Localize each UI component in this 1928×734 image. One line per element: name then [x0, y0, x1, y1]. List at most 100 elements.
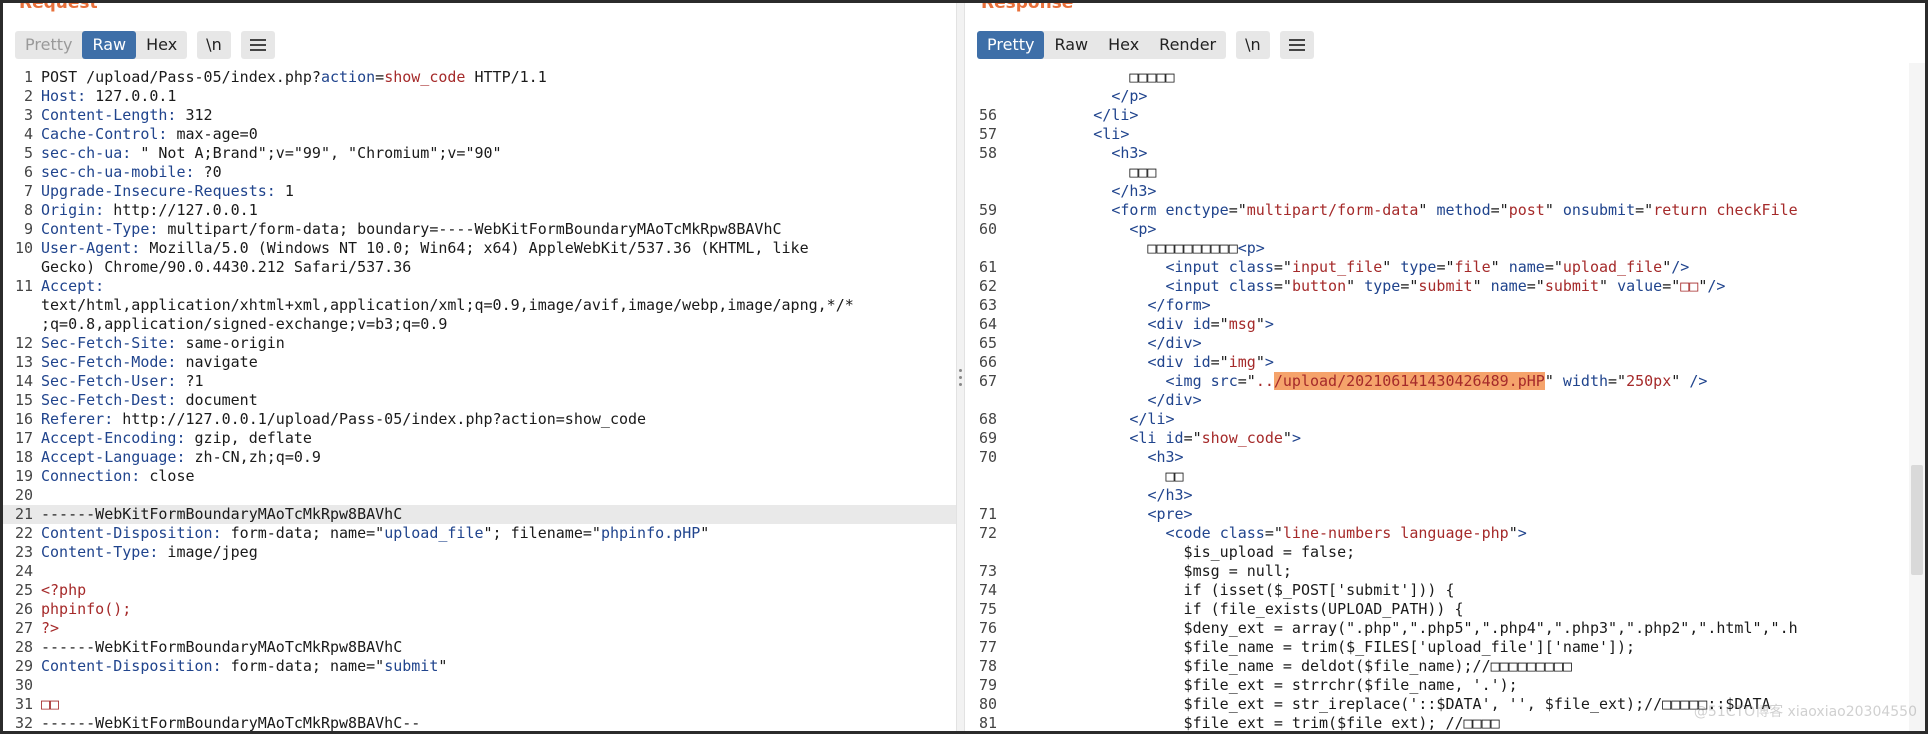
- code-line: 76 $deny_ext = array(".php",".php5",".ph…: [965, 619, 1925, 638]
- request-tab-raw[interactable]: Raw: [82, 31, 137, 59]
- line-number: 5: [23, 144, 33, 162]
- pane-divider[interactable]: [956, 3, 965, 731]
- code-text: <h3>: [1111, 144, 1148, 162]
- code-text: $file_name = deldot($file_name);//□□□□□□…: [1021, 657, 1572, 675]
- code-text: Accept-Language: zh-CN,zh;q=0.9: [41, 448, 321, 466]
- line-number: 27: [14, 619, 33, 637]
- code-line: 3 Content-Length: 312: [3, 106, 956, 125]
- line-number: 74: [978, 581, 997, 599]
- code-text: if (file_exists(UPLOAD_PATH)) {: [1021, 600, 1464, 618]
- code-text: POST /upload/Pass-05/index.php?action=sh…: [41, 68, 547, 86]
- code-text: </li>: [1129, 410, 1175, 428]
- code-text: <input class="input_file" type="file" na…: [1165, 258, 1690, 276]
- line-number: 76: [978, 619, 997, 637]
- response-tab-hex[interactable]: Hex: [1098, 31, 1149, 59]
- code-text: ?>: [41, 619, 60, 637]
- code-text: phpinfo();: [41, 600, 132, 618]
- code-line: 27 ?>: [3, 619, 956, 638]
- code-text: <form enctype="multipart/form-data" meth…: [1111, 201, 1798, 219]
- line-number: 29: [14, 657, 33, 675]
- line-number: 4: [23, 125, 33, 143]
- code-text: <p>: [1129, 220, 1157, 238]
- line-number: 60: [978, 220, 997, 238]
- line-number: 81: [978, 714, 997, 731]
- code-line: 31 □□: [3, 695, 956, 714]
- code-text: ------WebKitFormBoundaryMAoTcMkRpw8BAVhC: [41, 505, 403, 523]
- line-number: 18: [14, 448, 33, 466]
- code-line: 25 <?php: [3, 581, 956, 600]
- code-line: 8 Origin: http://127.0.0.1: [3, 201, 956, 220]
- code-line: 26 phpinfo();: [3, 600, 956, 619]
- code-text: <code class="line-numbers language-php">: [1165, 524, 1527, 542]
- code-line: 4 Cache-Control: max-age=0: [3, 125, 956, 144]
- line-number: [965, 239, 1021, 258]
- code-line: 12 Sec-Fetch-Site: same-origin: [3, 334, 956, 353]
- code-line: 30: [3, 676, 956, 695]
- code-line: 63 </form>: [965, 296, 1925, 315]
- code-text: sec-ch-ua: " Not A;Brand";v="99", "Chrom…: [41, 144, 502, 162]
- code-text: <li id="show_code">: [1129, 429, 1301, 447]
- request-editor[interactable]: 1 POST /upload/Pass-05/index.php?action=s…: [3, 68, 956, 731]
- line-number: 12: [14, 334, 33, 352]
- line-number: 80: [978, 695, 997, 713]
- line-number: 70: [978, 448, 997, 466]
- code-line: 5 sec-ch-ua: " Not A;Brand";v="99", "Chro…: [3, 144, 956, 163]
- response-newline-toggle[interactable]: \n: [1236, 31, 1270, 59]
- code-text: $deny_ext = array(".php",".php5",".php4"…: [1021, 619, 1798, 637]
- response-tab-raw[interactable]: Raw: [1044, 31, 1098, 59]
- code-line: 65 </div>: [965, 334, 1925, 353]
- code-line: 14 Sec-Fetch-User: ?1: [3, 372, 956, 391]
- code-line: ;q=0.8,application/signed-exchange;v=b3;…: [3, 315, 956, 334]
- line-number: [3, 296, 41, 315]
- line-number: [3, 315, 41, 334]
- request-menu-button[interactable]: [240, 31, 275, 59]
- line-number: 7: [23, 182, 33, 200]
- line-number: 13: [14, 353, 33, 371]
- code-line: </p>: [965, 87, 1925, 106]
- code-line: 69 <li id="show_code">: [965, 429, 1925, 448]
- code-line: </h3>: [965, 486, 1925, 505]
- code-line: 72 <code class="line-numbers language-ph…: [965, 524, 1925, 543]
- line-number: 28: [14, 638, 33, 656]
- code-text: Content-Disposition: form-data; name="su…: [41, 657, 448, 675]
- line-number: 31: [14, 695, 33, 713]
- code-text: </p>: [1111, 87, 1148, 105]
- line-number: 16: [14, 410, 33, 428]
- code-text: Host: 127.0.0.1: [41, 87, 177, 105]
- response-pane: Response Pretty Raw Hex Render \n □□□□□ …: [965, 3, 1925, 731]
- response-tab-pretty[interactable]: Pretty: [977, 31, 1045, 59]
- line-number: 2: [23, 87, 33, 105]
- code-line: 78 $file_name = deldot($file_name);//□□□…: [965, 657, 1925, 676]
- response-scrollbar-track[interactable]: [1909, 63, 1925, 731]
- line-number: 25: [14, 581, 33, 599]
- code-line: □□□: [965, 163, 1925, 182]
- code-text: □□□: [1021, 163, 1157, 181]
- response-scrollbar-thumb[interactable]: [1911, 465, 1923, 575]
- response-tab-render[interactable]: Render: [1149, 31, 1226, 59]
- line-number: 63: [978, 296, 997, 314]
- code-text: <input class="button" type="submit" name…: [1165, 277, 1726, 295]
- request-tab-pretty[interactable]: Pretty: [15, 31, 82, 59]
- code-line: 23 Content-Type: image/jpeg: [3, 543, 956, 562]
- code-text: Content-Type: multipart/form-data; bound…: [41, 220, 782, 238]
- code-text: <div id="msg">: [1147, 315, 1274, 333]
- code-text: □□: [41, 695, 60, 713]
- code-line: 9 Content-Type: multipart/form-data; boun…: [3, 220, 956, 239]
- code-text: Gecko) Chrome/90.0.4430.212 Safari/537.3…: [41, 258, 412, 276]
- line-number: 22: [14, 524, 33, 542]
- response-editor[interactable]: □□□□□ </p> 56 </li> 57 <li> 58 <h3> □□□ </h…: [965, 68, 1925, 731]
- request-newline-toggle[interactable]: \n: [197, 31, 231, 59]
- drag-handle-icon[interactable]: [959, 369, 963, 389]
- line-number: 30: [14, 676, 33, 694]
- response-menu-button[interactable]: [1279, 31, 1314, 59]
- code-line: 13 Sec-Fetch-Mode: navigate: [3, 353, 956, 372]
- request-title: Request: [19, 3, 98, 13]
- code-text: □□: [1021, 467, 1184, 485]
- code-line: 62 <input class="button" type="submit" n…: [965, 277, 1925, 296]
- request-tab-hex[interactable]: Hex: [136, 31, 187, 59]
- line-number: [965, 182, 1021, 201]
- line-number: 10: [14, 239, 33, 257]
- line-number: 6: [23, 163, 33, 181]
- code-text: <img src="../upload/202106141430426489.p…: [1165, 372, 1708, 390]
